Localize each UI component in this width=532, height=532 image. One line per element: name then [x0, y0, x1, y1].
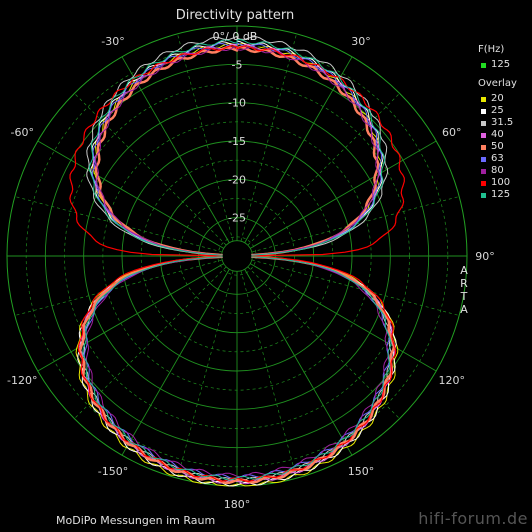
legend-label: 80 [491, 165, 504, 176]
angle-tick-label: 150° [348, 465, 375, 478]
legend-label: 63 [491, 153, 504, 164]
legend-item: 50 [478, 141, 517, 153]
legend-overlay-header: Overlay [478, 78, 517, 89]
legend-swatch [481, 192, 486, 198]
legend-item: 25 [478, 105, 517, 117]
angle-tick-label: -150° [98, 465, 128, 478]
arta-label: ARTA [458, 264, 470, 316]
legend-swatch [481, 156, 486, 162]
legend-label: 125 [491, 189, 511, 200]
angle-tick-label: 90° [475, 250, 495, 263]
arta-letter: A [460, 303, 468, 316]
legend-label: 50 [491, 141, 504, 152]
legend-label: 125 [491, 59, 511, 70]
grid-spoke [121, 269, 230, 456]
angle-tick-label: 120° [439, 374, 466, 387]
legend-swatch [481, 62, 486, 68]
legend-item: 31.5 [478, 117, 517, 129]
legend-item: 20 [478, 93, 517, 105]
legend-freq-item: 125 [478, 59, 517, 71]
legend-swatch [481, 96, 486, 102]
legend-swatch [481, 168, 486, 174]
footer-note: MoDiPo Messungen im Raum [56, 514, 216, 527]
chart-title: Directivity pattern [175, 8, 295, 23]
radial-tick-label: -15 [228, 135, 246, 148]
legend-item: 125 [478, 189, 517, 201]
legend-label: 40 [491, 129, 504, 140]
legend-item: 63 [478, 153, 517, 165]
legend-item: 40 [478, 129, 517, 141]
legend-label: 100 [491, 177, 511, 188]
chart-subtitle: 0°/ 0 dB [212, 30, 258, 43]
legend-overlay-list: 20 25 31.5 40 50 63 80 100 125 [478, 93, 517, 201]
grid-spoke [74, 266, 227, 419]
angle-tick-label: 60° [442, 126, 462, 139]
grid-spoke [250, 263, 437, 372]
center-disk [222, 241, 252, 271]
legend-label: 31.5 [491, 117, 514, 128]
radial-tick-label: -20 [228, 173, 246, 186]
radial-tick-label: -25 [228, 212, 246, 225]
legend-swatch [481, 132, 486, 138]
grid-spoke [37, 263, 224, 372]
legend-swatch [481, 108, 486, 114]
watermark: hifi-forum.de [418, 509, 528, 528]
polar-chart: -5-10-15-20-2530°60°90°120°150°180°-150°… [0, 25, 495, 511]
legend-freq-header: F(Hz) [478, 44, 505, 55]
legend-label: 25 [491, 105, 504, 116]
angle-tick-label: -60° [10, 126, 33, 139]
angle-tick-label: -90° [0, 250, 1, 263]
arta-letter: R [460, 277, 468, 290]
radial-tick-label: -10 [228, 97, 246, 110]
legend-swatch [481, 180, 486, 186]
arta-letter: T [460, 290, 468, 303]
legend-label: 20 [491, 93, 504, 104]
grid-spoke [247, 266, 400, 419]
angle-tick-label: 180° [224, 498, 251, 511]
grid-spoke [244, 269, 353, 456]
legend-item: 100 [478, 177, 517, 189]
legend: F(Hz) 125 Overlay 20 25 31.5 40 50 63 80 100 125 [478, 44, 517, 201]
legend-swatch [481, 144, 486, 150]
arta-letter: A [460, 264, 468, 277]
angle-tick-label: -120° [7, 374, 37, 387]
legend-item: 80 [478, 165, 517, 177]
legend-swatch [481, 120, 486, 126]
radial-tick-label: -5 [232, 58, 243, 71]
